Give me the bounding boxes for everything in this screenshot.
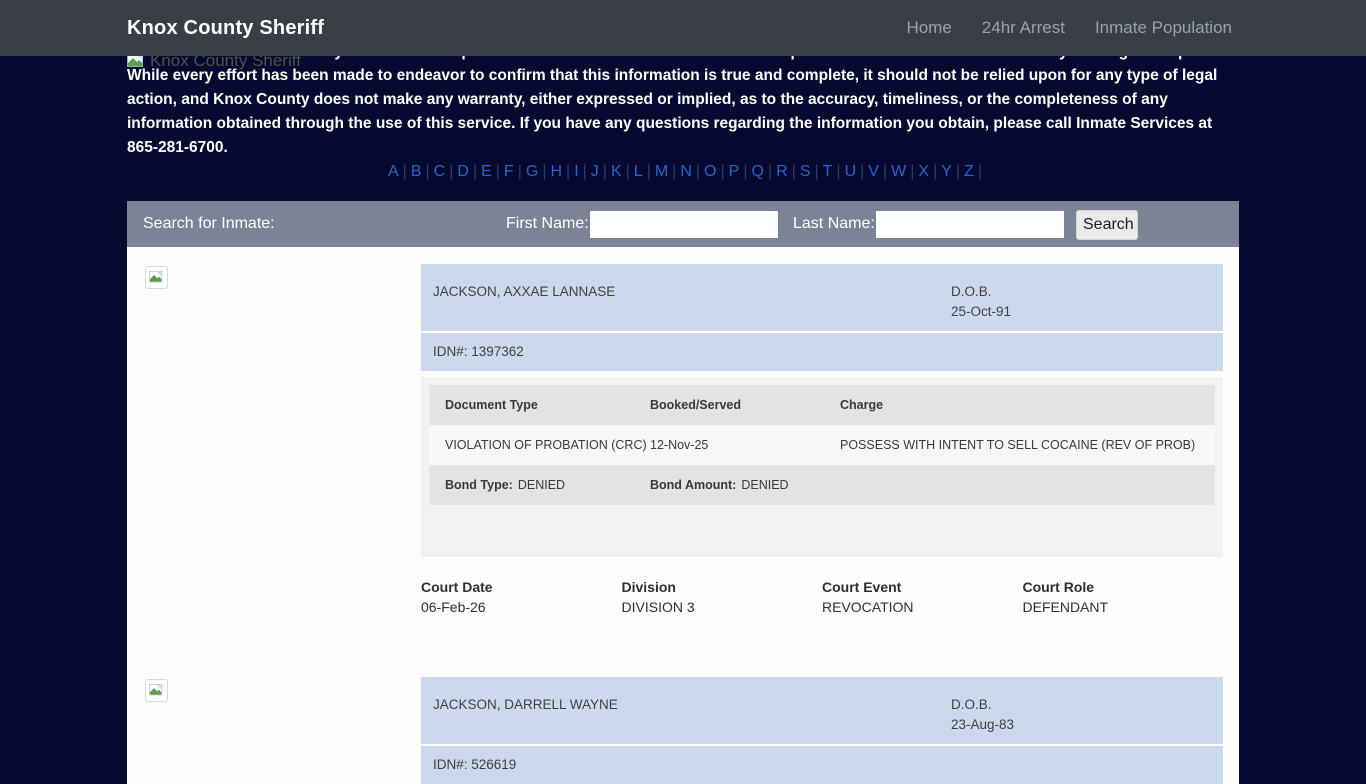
record-header: JACKSON, DARRELL WAYNE D.O.B. 23-Aug-83 bbox=[421, 677, 1223, 744]
idn-row: IDN#: 526619 bbox=[421, 746, 1223, 784]
alphabet-link-t[interactable]: T bbox=[819, 163, 837, 180]
dob-label: D.O.B. bbox=[951, 695, 1014, 715]
alphabet-link-v[interactable]: V bbox=[864, 163, 883, 180]
court-info: Court Date 06-Feb-26 Division DIVISION 3… bbox=[421, 577, 1223, 617]
alphabet-link-m[interactable]: M bbox=[651, 163, 672, 180]
document-type-value: VIOLATION OF PROBATION (CRC) bbox=[445, 438, 650, 452]
alphabet-link-j[interactable]: J bbox=[587, 163, 603, 180]
alphabet-link-z[interactable]: Z bbox=[960, 163, 978, 180]
nav-links: Home 24hr Arrest Inmate Population bbox=[906, 18, 1232, 38]
top-navbar: Knox County Sheriff Home 24hr Arrest Inm… bbox=[0, 0, 1366, 56]
record-panel: JACKSON, AXXAE LANNASE D.O.B. 25-Oct-91 … bbox=[421, 264, 1223, 617]
booked-served-value: 12-Nov-25 bbox=[650, 438, 840, 452]
alphabet-link-i[interactable]: I bbox=[570, 163, 582, 180]
court-date-label: Court Date bbox=[421, 577, 622, 597]
record-header: JACKSON, AXXAE LANNASE D.O.B. 25-Oct-91 bbox=[421, 264, 1223, 331]
nav-link-home[interactable]: Home bbox=[906, 18, 951, 38]
charges-table-header: Document Type Booked/Served Charge bbox=[429, 385, 1215, 425]
dob-block: D.O.B. 25-Oct-91 bbox=[951, 282, 1011, 322]
alphabet-link-p[interactable]: P bbox=[725, 163, 744, 180]
bond-amount-label: Bond Amount: bbox=[650, 478, 736, 492]
last-name-input[interactable] bbox=[876, 211, 1064, 238]
alphabet-link-y[interactable]: Y bbox=[937, 163, 956, 180]
alphabet-link-d[interactable]: D bbox=[453, 163, 473, 180]
alphabet-link-g[interactable]: G bbox=[522, 163, 542, 180]
idn-row: IDN#: 1397362 bbox=[421, 333, 1223, 371]
alphabet-link-a[interactable]: A bbox=[384, 163, 403, 180]
division-col: Division DIVISION 3 bbox=[622, 577, 823, 617]
inmate-search-bar: Search for Inmate: First Name: Last Name… bbox=[127, 201, 1239, 247]
inmate-name: JACKSON, AXXAE LANNASE bbox=[433, 284, 615, 299]
bond-type-cell: Bond Type: DENIED bbox=[445, 478, 650, 492]
nav-link-inmate-population[interactable]: Inmate Population bbox=[1095, 18, 1232, 38]
alphabet-link-o[interactable]: O bbox=[700, 163, 720, 180]
inmate-record: JACKSON, AXXAE LANNASE D.O.B. 25-Oct-91 … bbox=[127, 264, 1239, 617]
dob-block: D.O.B. 23-Aug-83 bbox=[951, 695, 1014, 735]
bond-row: Bond Type: DENIED Bond Amount: DENIED bbox=[429, 465, 1215, 505]
mugshot-column bbox=[127, 264, 421, 617]
dob-value: 25-Oct-91 bbox=[951, 302, 1011, 322]
alphabet-links: A|B|C|D|E|F|G|H|I|J|K|L|M|N|O|P|Q|R|S|T|… bbox=[127, 163, 1239, 185]
broken-mugshot-image bbox=[145, 679, 168, 702]
court-event-label: Court Event bbox=[822, 577, 1023, 597]
alphabet-link-q[interactable]: Q bbox=[747, 163, 767, 180]
first-name-label: First Name: bbox=[506, 215, 589, 233]
column-header-booked-served: Booked/Served bbox=[650, 398, 840, 412]
court-date-value: 06-Feb-26 bbox=[421, 597, 622, 617]
court-event-col: Court Event REVOCATION bbox=[822, 577, 1023, 617]
alphabet-link-h[interactable]: H bbox=[546, 163, 566, 180]
search-button[interactable]: Search bbox=[1076, 210, 1138, 240]
charge-value: POSSESS WITH INTENT TO SELL COCAINE (REV… bbox=[840, 438, 1199, 452]
dob-label: D.O.B. bbox=[951, 282, 1011, 302]
alphabet-link-k[interactable]: K bbox=[607, 163, 626, 180]
brand-title[interactable]: Knox County Sheriff bbox=[127, 17, 324, 40]
alphabet-link-c[interactable]: C bbox=[430, 163, 450, 180]
broken-image-icon bbox=[149, 684, 164, 697]
column-header-document-type: Document Type bbox=[445, 398, 650, 412]
alphabet-separator: | bbox=[978, 163, 982, 180]
division-value: DIVISION 3 bbox=[622, 597, 823, 617]
broken-image-icon bbox=[149, 271, 164, 284]
charge-row: VIOLATION OF PROBATION (CRC) 12-Nov-25 P… bbox=[429, 425, 1215, 465]
alphabet-link-n[interactable]: N bbox=[676, 163, 696, 180]
bond-amount-value: DENIED bbox=[741, 478, 788, 492]
alphabet-link-u[interactable]: U bbox=[841, 163, 861, 180]
first-name-input[interactable] bbox=[590, 211, 778, 238]
alphabet-link-l[interactable]: L bbox=[630, 163, 647, 180]
disclaimer-text: Disclaimer: The Knox County Sheriff's Of… bbox=[127, 40, 1233, 160]
alphabet-link-r[interactable]: R bbox=[772, 163, 792, 180]
alphabet-link-x[interactable]: X bbox=[914, 163, 933, 180]
column-header-charge: Charge bbox=[840, 398, 1199, 412]
division-label: Division bbox=[622, 577, 823, 597]
court-role-value: DEFENDANT bbox=[1023, 597, 1224, 617]
bond-type-value: DENIED bbox=[518, 478, 565, 492]
court-role-col: Court Role DEFENDANT bbox=[1023, 577, 1224, 617]
alphabet-link-e[interactable]: E bbox=[477, 163, 496, 180]
alphabet-link-b[interactable]: B bbox=[407, 163, 426, 180]
court-role-label: Court Role bbox=[1023, 577, 1224, 597]
last-name-label: Last Name: bbox=[793, 215, 875, 233]
alphabet-link-f[interactable]: F bbox=[500, 163, 518, 180]
alphabet-link-s[interactable]: S bbox=[796, 163, 815, 180]
results-list: JACKSON, AXXAE LANNASE D.O.B. 25-Oct-91 … bbox=[127, 247, 1239, 784]
broken-mugshot-image bbox=[145, 266, 168, 289]
search-title: Search for Inmate: bbox=[143, 215, 275, 233]
court-event-value: REVOCATION bbox=[822, 597, 1023, 617]
alphabet-link-w[interactable]: W bbox=[887, 163, 910, 180]
nav-link-24hr-arrest[interactable]: 24hr Arrest bbox=[982, 18, 1065, 38]
alphabet-separator: | bbox=[836, 163, 840, 180]
bond-type-label: Bond Type: bbox=[445, 478, 513, 492]
bond-amount-cell: Bond Amount: DENIED bbox=[650, 478, 840, 492]
inmate-name: JACKSON, DARRELL WAYNE bbox=[433, 697, 618, 712]
dob-value: 23-Aug-83 bbox=[951, 715, 1014, 735]
court-date-col: Court Date 06-Feb-26 bbox=[421, 577, 622, 617]
charges-table: Document Type Booked/Served Charge VIOLA… bbox=[421, 377, 1223, 557]
page-container: Knox County Sheriff Disclaimer: The Knox… bbox=[127, 0, 1239, 784]
